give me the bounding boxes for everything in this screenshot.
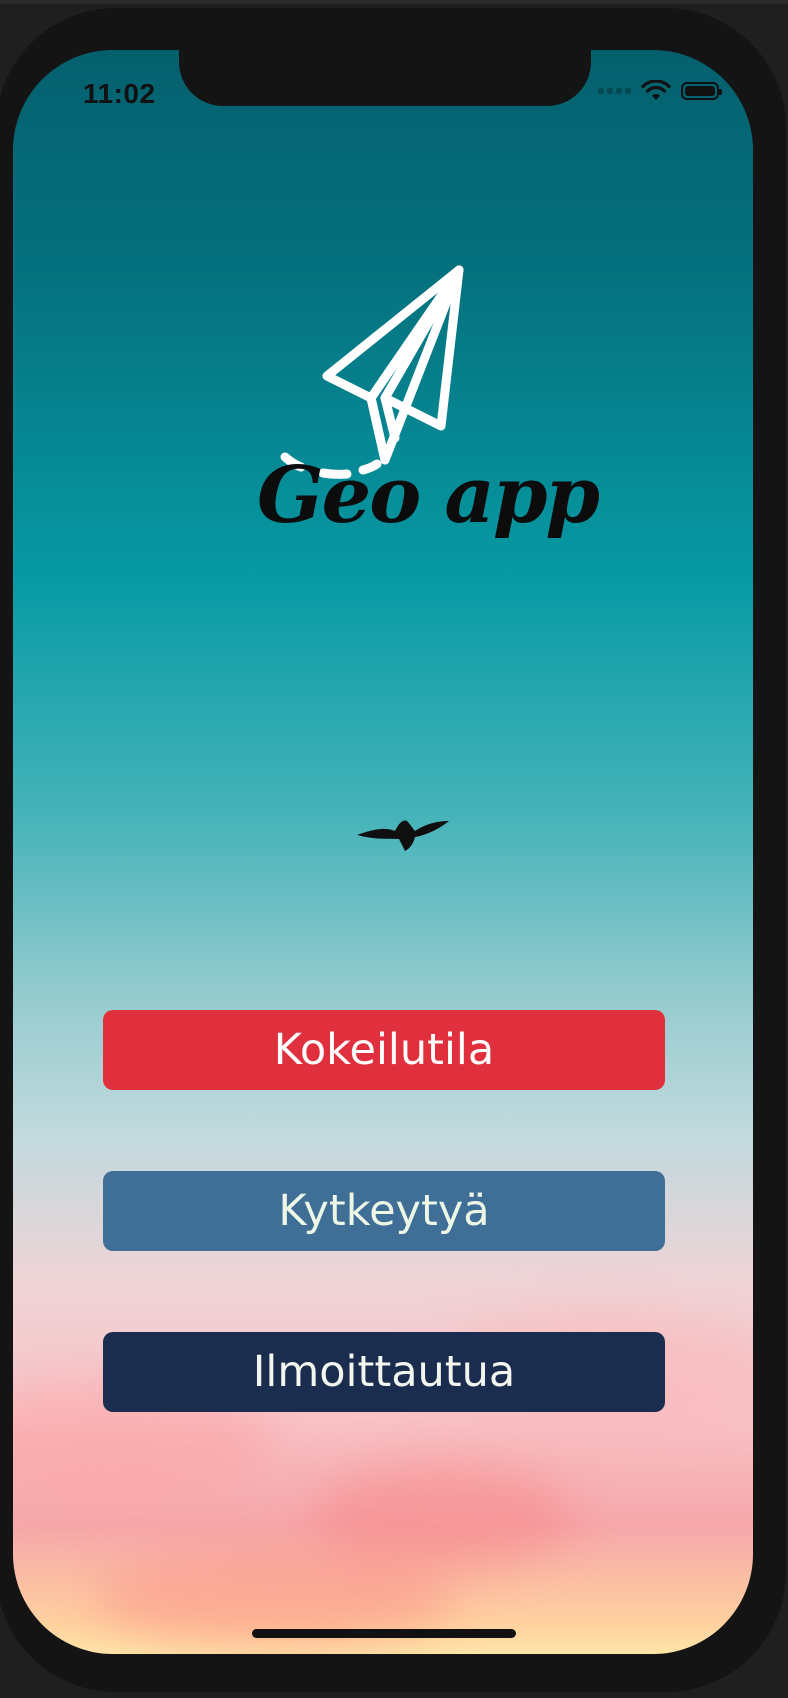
device-notch <box>179 50 591 106</box>
app-screen: 11:02 Geo app Kokeilutila Kytkeytyä Ilmo… <box>13 50 753 1654</box>
cellular-signal-icon <box>598 88 631 94</box>
status-icons <box>598 80 722 102</box>
trial-mode-button[interactable]: Kokeilutila <box>103 1010 665 1090</box>
connect-button[interactable]: Kytkeytyä <box>103 1171 665 1251</box>
battery-icon <box>681 82 722 100</box>
wifi-icon <box>641 80 671 100</box>
app-logo-text: Geo app <box>257 450 600 541</box>
phone-frame: 11:02 Geo app Kokeilutila Kytkeytyä Ilmo… <box>0 8 786 1692</box>
sign-up-button[interactable]: Ilmoittautua <box>103 1332 665 1412</box>
status-time: 11:02 <box>83 78 156 109</box>
window-top-edge <box>0 0 788 4</box>
home-indicator[interactable] <box>252 1629 516 1638</box>
cloud <box>313 1460 573 1570</box>
bird-icon <box>357 820 449 851</box>
